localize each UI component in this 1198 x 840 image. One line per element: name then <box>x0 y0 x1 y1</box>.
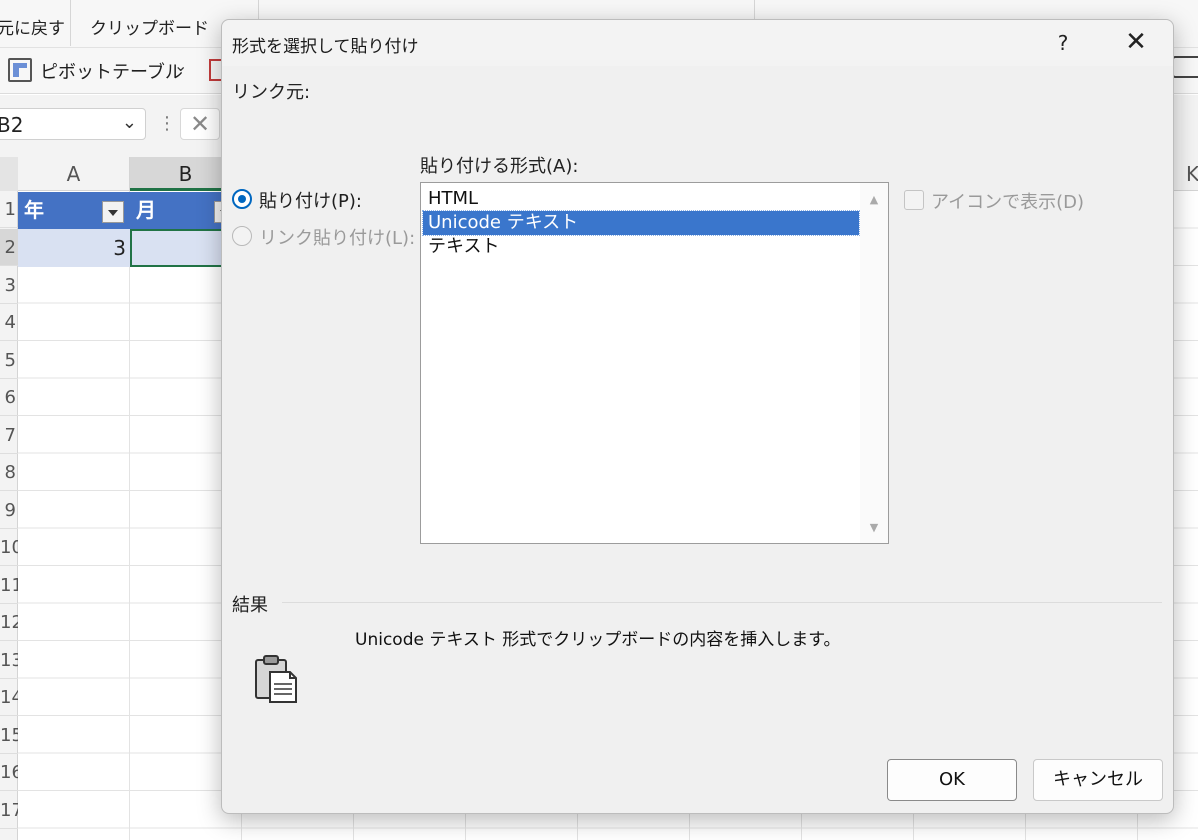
select-all-corner[interactable] <box>0 157 18 191</box>
close-icon[interactable]: ✕ <box>1116 28 1156 58</box>
paste-radio-label[interactable]: 貼り付け(P): <box>259 187 362 213</box>
result-description: Unicode テキスト 形式でクリップボードの内容を挿入します。 <box>355 630 841 650</box>
row-header[interactable]: 6 <box>0 379 18 416</box>
name-box-value: B2 <box>0 113 24 137</box>
table-header-label: 年 <box>24 198 44 222</box>
row-headers: 1 2 3 4 5 6 7 8 9 10 11 12 13 14 15 16 1… <box>0 191 18 840</box>
format-listbox[interactable]: HTML Unicode テキスト テキスト ▲ ▼ <box>420 182 889 544</box>
clipboard-group-label: クリップボード <box>90 19 209 39</box>
row-header[interactable]: 16 <box>0 754 18 791</box>
listbox-scrollbar[interactable]: ▲ ▼ <box>860 183 888 543</box>
pivot-table-icon[interactable] <box>8 58 32 82</box>
filter-dropdown-icon[interactable] <box>102 201 124 223</box>
row-header[interactable]: 8 <box>0 454 18 491</box>
row-header[interactable]: 17 <box>0 792 18 829</box>
folder-icon[interactable] <box>1172 56 1198 78</box>
format-option-unicode-text[interactable]: Unicode テキスト <box>422 210 860 236</box>
result-label: 結果 <box>232 595 268 616</box>
table-header-cell-year[interactable]: 年 <box>18 192 130 229</box>
row-header[interactable]: 9 <box>0 492 18 529</box>
checkbox-unchecked-icon[interactable] <box>904 190 924 210</box>
column-header-k[interactable]: K <box>1176 157 1198 191</box>
chevron-down-icon[interactable]: ⌄ <box>174 56 187 75</box>
help-button[interactable]: ? <box>1048 28 1078 58</box>
row-header[interactable]: 10 <box>0 529 18 566</box>
cell-a2[interactable]: 3 <box>18 229 130 267</box>
undo-group-label: 元に戻す <box>0 19 65 39</box>
result-divider <box>282 602 1162 603</box>
paste-as-label: 貼り付ける形式(A): <box>420 156 579 177</box>
link-source-label: リンク元: <box>232 82 311 103</box>
format-option-text[interactable]: テキスト <box>423 235 859 259</box>
ribbon-separator <box>70 0 71 46</box>
radio-checked-icon[interactable] <box>232 189 252 209</box>
cancel-button[interactable]: キャンセル <box>1033 759 1163 801</box>
row-header[interactable]: 15 <box>0 717 18 754</box>
name-box[interactable]: B2 ⌄ <box>0 108 146 140</box>
cancel-entry-icon[interactable]: ✕ <box>180 108 220 140</box>
ok-button[interactable]: OK <box>887 759 1017 801</box>
row-header[interactable]: 5 <box>0 342 18 379</box>
format-option-html[interactable]: HTML <box>423 187 859 211</box>
row-header[interactable]: 2 <box>0 229 18 266</box>
row-header[interactable]: 11 <box>0 567 18 604</box>
more-options-icon[interactable]: ⋮ <box>158 113 176 134</box>
dialog-titlebar[interactable]: 形式を選択して貼り付け ? ✕ <box>222 20 1173 66</box>
dialog-title: 形式を選択して貼り付け <box>232 37 419 57</box>
row-header[interactable]: 4 <box>0 304 18 341</box>
display-as-icon-label[interactable]: アイコンで表示(D) <box>931 188 1084 214</box>
radio-unchecked-icon[interactable] <box>232 226 252 246</box>
scroll-down-icon[interactable]: ▼ <box>860 517 888 539</box>
clipboard-icon <box>255 655 297 703</box>
row-header[interactable]: 1 <box>0 191 18 228</box>
paste-special-dialog: 形式を選択して貼り付け ? ✕ リンク元: 貼り付け(P): リンク貼り付け(L… <box>221 19 1174 814</box>
table-header-label: 月 <box>136 198 156 222</box>
row-header[interactable]: 12 <box>0 604 18 641</box>
scroll-up-icon[interactable]: ▲ <box>860 189 888 211</box>
row-header[interactable]: 14 <box>0 679 18 716</box>
row-header[interactable]: 13 <box>0 642 18 679</box>
paste-link-radio-label[interactable]: リンク貼り付け(L): <box>259 224 415 250</box>
column-header-a[interactable]: A <box>18 157 130 191</box>
row-header[interactable]: 7 <box>0 417 18 454</box>
pivot-table-button[interactable]: ピボットテーブル <box>40 58 183 84</box>
row-header[interactable]: 3 <box>0 267 18 304</box>
chevron-down-icon[interactable]: ⌄ <box>122 112 137 133</box>
